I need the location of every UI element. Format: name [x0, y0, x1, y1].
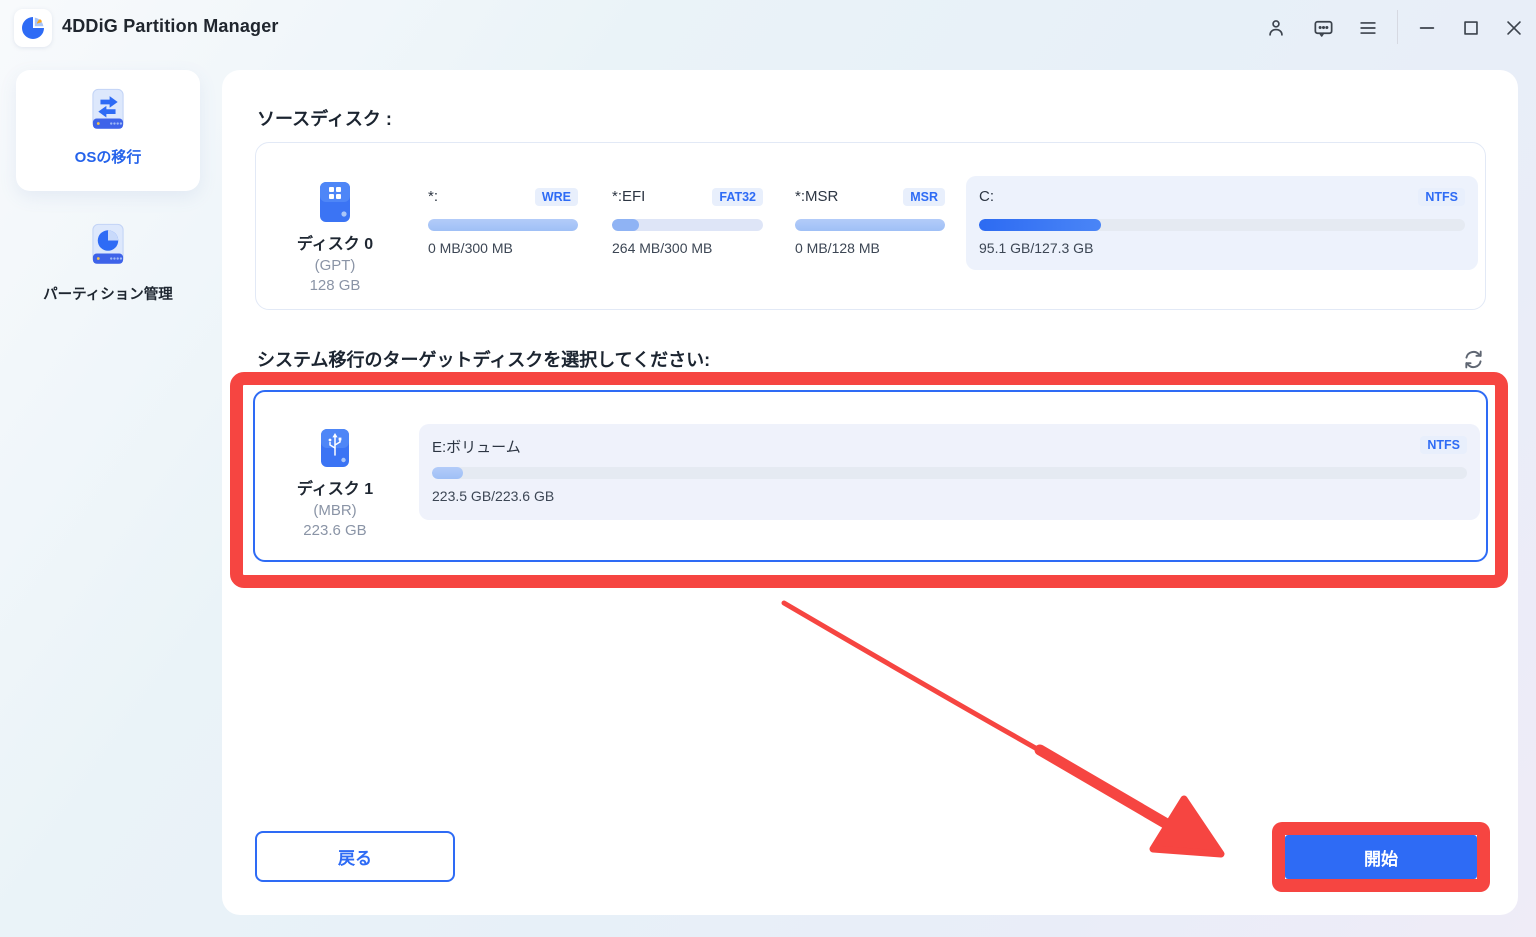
usage-bar-fill [428, 219, 578, 231]
app-window: 4DDiG Partition Manager [0, 0, 1536, 937]
sidebar-item-label: OSの移行 [75, 146, 142, 167]
os-migration-icon [80, 85, 136, 139]
maximize-button[interactable] [1456, 13, 1486, 43]
disk-1-usb-icon [319, 428, 351, 468]
usage-text: 264 MB/300 MB [612, 240, 763, 256]
start-button[interactable]: 開始 [1285, 835, 1477, 879]
disk-table: (MBR) [313, 502, 356, 519]
target-disk-info: ディスク 1 (MBR) 223.6 GB [270, 428, 400, 539]
filesystem-badge: WRE [535, 188, 578, 206]
source-disk-title: ソースディスク : [257, 105, 392, 131]
disk-name: ディスク 1 [297, 475, 373, 499]
titlebar-divider [1397, 10, 1398, 44]
filesystem-badge: FAT32 [712, 188, 763, 206]
partition-wre: *: WRE 0 MB/300 MB [428, 188, 578, 256]
source-disk-info: ディスク 0 (GPT) 128 GB [270, 181, 400, 294]
usage-bar-fill [795, 219, 945, 231]
usage-bar [612, 219, 763, 231]
filesystem-badge: NTFS [1418, 188, 1465, 206]
partition-c-drive: C: NTFS 95.1 GB/127.3 GB [966, 176, 1478, 270]
usage-bar-fill [432, 467, 463, 479]
back-button[interactable]: 戻る [255, 831, 455, 882]
usage-text: 95.1 GB/127.3 GB [979, 240, 1465, 256]
title-bar: 4DDiG Partition Manager [0, 0, 1536, 56]
usage-bar [428, 219, 578, 231]
usage-text: 223.5 GB/223.6 GB [432, 488, 1467, 504]
usage-bar [795, 219, 945, 231]
partition-label: E:ボリューム [432, 436, 521, 457]
usage-bar-fill [612, 219, 639, 231]
partition-efi: *:EFI FAT32 264 MB/300 MB [612, 188, 763, 256]
partition-e-volume[interactable]: E:ボリューム NTFS 223.5 GB/223.6 GB [419, 424, 1480, 520]
sidebar-item-label: パーティション管理 [43, 283, 173, 304]
partition-label: *: [428, 188, 438, 205]
filesystem-badge: MSR [903, 188, 945, 206]
partition-msr: *:MSR MSR 0 MB/128 MB [795, 188, 945, 256]
close-button[interactable] [1499, 13, 1529, 43]
filesystem-badge: NTFS [1420, 436, 1467, 454]
refresh-icon[interactable] [1458, 344, 1488, 374]
usage-text: 0 MB/300 MB [428, 240, 578, 256]
partition-label: *:EFI [612, 188, 645, 205]
usage-text: 0 MB/128 MB [795, 240, 945, 256]
minimize-button[interactable] [1412, 13, 1442, 43]
target-disk-title: システム移行のターゲットディスクを選択してください: [257, 346, 710, 372]
disk-0-icon [318, 181, 352, 223]
disk-size: 128 GB [310, 277, 361, 294]
sidebar-item-os-migration[interactable]: OSの移行 [16, 70, 200, 191]
disk-name: ディスク 0 [297, 230, 373, 254]
app-title: 4DDiG Partition Manager [62, 16, 279, 37]
app-logo [14, 9, 52, 47]
usage-bar [979, 219, 1465, 231]
partition-label: C: [979, 188, 994, 205]
disk-size: 223.6 GB [303, 522, 366, 539]
disk-table: (GPT) [315, 257, 356, 274]
usage-bar [432, 467, 1467, 479]
menu-icon[interactable] [1353, 13, 1383, 43]
app-logo-icon [20, 15, 46, 41]
sidebar-item-partition-management[interactable]: パーティション管理 [16, 220, 200, 304]
feedback-icon[interactable] [1308, 13, 1338, 43]
account-icon[interactable] [1261, 13, 1291, 43]
partition-label: *:MSR [795, 188, 838, 205]
partition-management-icon [80, 220, 136, 274]
usage-bar-fill [979, 219, 1101, 231]
